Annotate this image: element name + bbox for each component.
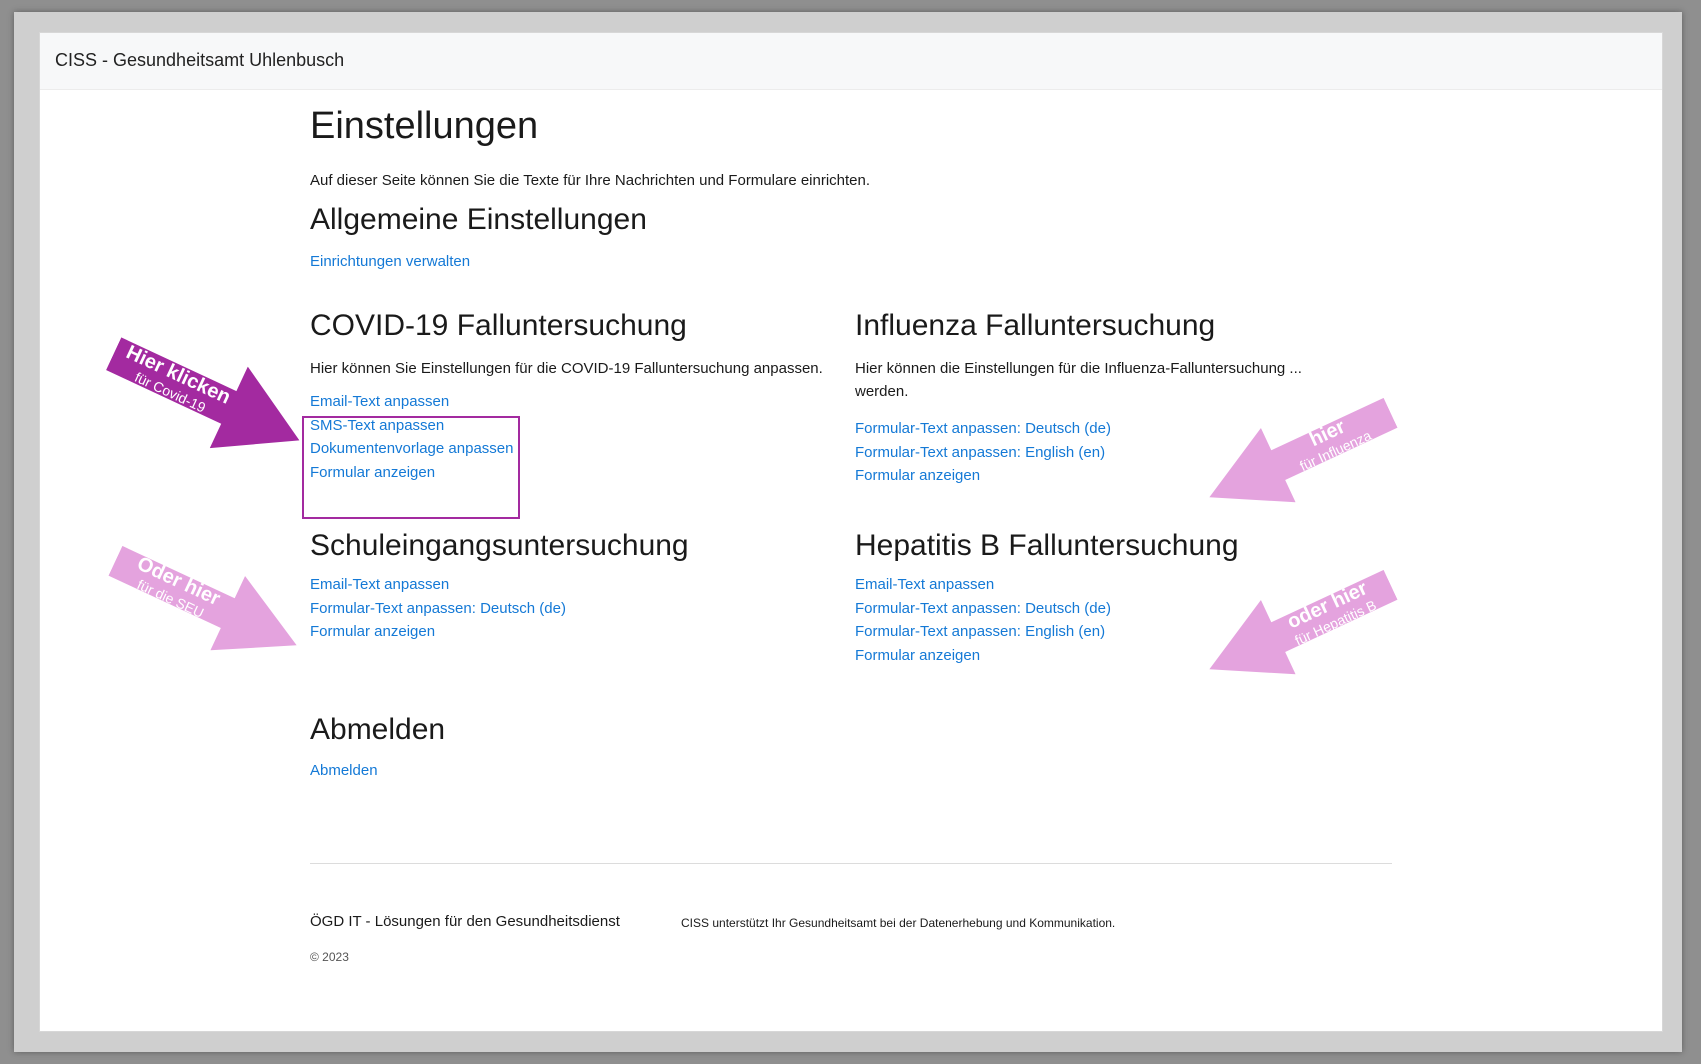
covid-document-template-link[interactable]: Dokumentenvorlage anpassen (310, 437, 513, 461)
general-settings-heading: Allgemeine Einstellungen (310, 203, 647, 236)
page-title: Einstellungen (310, 105, 539, 147)
footer-divider (310, 863, 1392, 864)
footer-tagline: CISS unterstützt Ihr Gesundheitsamt bei … (681, 916, 1116, 930)
covid-sms-text-link[interactable]: SMS-Text anpassen (310, 414, 513, 438)
seu-heading: Schuleingangsuntersuchung (310, 529, 689, 562)
influenza-show-form-link[interactable]: Formular anzeigen (855, 464, 1111, 488)
seu-form-text-de-link[interactable]: Formular-Text anpassen: Deutsch (de) (310, 597, 566, 621)
logout-link[interactable]: Abmelden (310, 759, 378, 783)
hepatitis-links: Email-Text anpassen Formular-Text anpass… (855, 573, 1111, 667)
covid-links: Email-Text anpassen SMS-Text anpassen Do… (310, 390, 513, 484)
influenza-description: Hier können die Einstellungen für die In… (855, 360, 1302, 400)
hepatitis-show-form-link[interactable]: Formular anzeigen (855, 644, 1111, 668)
hepatitis-email-text-link[interactable]: Email-Text anpassen (855, 573, 1111, 597)
logout-heading: Abmelden (310, 713, 446, 746)
general-settings-links: Einrichtungen verwalten (310, 250, 470, 274)
influenza-heading: Influenza Falluntersuchung (855, 309, 1216, 342)
covid-description: Hier können Sie Einstellungen für die CO… (310, 360, 823, 377)
covid-heading: COVID-19 Falluntersuchung (310, 309, 687, 342)
covid-show-form-link[interactable]: Formular anzeigen (310, 461, 513, 485)
seu-links: Email-Text anpassen Formular-Text anpass… (310, 573, 566, 644)
seu-show-form-link[interactable]: Formular anzeigen (310, 620, 566, 644)
influenza-links: Formular-Text anpassen: Deutsch (de) For… (855, 417, 1111, 488)
hepatitis-form-text-de-link[interactable]: Formular-Text anpassen: Deutsch (de) (855, 597, 1111, 621)
covid-email-text-link[interactable]: Email-Text anpassen (310, 390, 513, 414)
page-intro: Auf dieser Seite können Sie die Texte fü… (310, 172, 871, 189)
influenza-form-text-en-link[interactable]: Formular-Text anpassen: English (en) (855, 441, 1111, 465)
hepatitis-heading: Hepatitis B Falluntersuchung (855, 529, 1239, 562)
footer-copyright: © 2023 (310, 950, 349, 964)
browser-window: CISS - Gesundheitsamt Uhlenbusch Einstel… (39, 32, 1663, 1032)
influenza-form-text-de-link[interactable]: Formular-Text anpassen: Deutsch (de) (855, 417, 1111, 441)
footer-company: ÖGD IT - Lösungen für den Gesundheitsdie… (310, 913, 620, 930)
manage-facilities-link[interactable]: Einrichtungen verwalten (310, 250, 470, 274)
seu-email-text-link[interactable]: Email-Text anpassen (310, 573, 566, 597)
hepatitis-form-text-en-link[interactable]: Formular-Text anpassen: English (en) (855, 620, 1111, 644)
logout-links: Abmelden (310, 759, 378, 783)
main-content: Einstellungen Auf dieser Seite können Si… (40, 33, 1662, 1031)
